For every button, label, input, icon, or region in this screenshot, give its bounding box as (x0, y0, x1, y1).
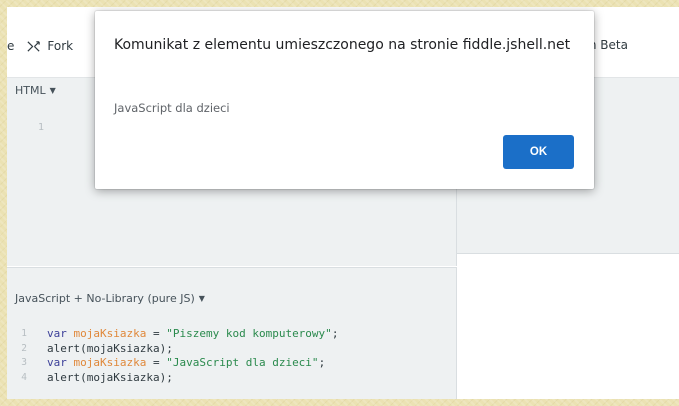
line-number: 1 (38, 122, 45, 133)
keyword-token: var (47, 327, 74, 340)
fork-button[interactable]: Fork (26, 39, 73, 54)
jsfiddle-window: e Fork ) in Beta HTML ▼ 1 JavaScript + No… (7, 7, 679, 399)
caret-down-icon: ▼ (49, 86, 56, 95)
result-pane[interactable] (457, 254, 679, 399)
html-pane-title: HTML (15, 84, 46, 97)
code-editor[interactable]: 1 var mojaKsiazka = "Piszemy kod kompute… (7, 327, 456, 385)
punctuation-token: ; (318, 356, 326, 369)
line-number: 4 (21, 371, 27, 383)
operator-token: = (146, 327, 167, 340)
line-number: 1 (21, 328, 27, 339)
punctuation-token: ; (331, 327, 339, 340)
line-number: 3 (21, 357, 27, 368)
statement-token: alert(mojaKsiazka); (47, 370, 173, 384)
toolbar-truncated-label[interactable]: e (7, 39, 14, 53)
js-pane-title: JavaScript + No-Library (pure JS) (15, 292, 195, 305)
variable-token: mojaKsiazka (73, 327, 147, 340)
fork-label: Fork (47, 39, 74, 53)
code-line: 2 alert(mojaKsiazka); (7, 342, 456, 357)
code-line: 1 var mojaKsiazka = "Piszemy kod kompute… (7, 327, 456, 342)
caret-down-icon: ▼ (198, 294, 205, 303)
operator-token: = (146, 356, 167, 369)
toolbar-left: e Fork (7, 37, 73, 55)
code-line: 4 alert(mojaKsiazka); (7, 371, 456, 386)
dialog-title: Komunikat z elementu umieszczonego na st… (114, 37, 571, 53)
html-pane-header[interactable]: HTML ▼ (15, 84, 56, 97)
ok-button[interactable]: OK (503, 135, 574, 169)
code-line: 3 var mojaKsiazka = "JavaScript dla dzie… (7, 356, 456, 371)
keyword-token: var (47, 356, 74, 369)
fork-icon (27, 40, 41, 52)
js-pane-header[interactable]: JavaScript + No-Library (pure JS) ▼ (15, 292, 205, 305)
statement-token: alert(mojaKsiazka); (47, 341, 173, 355)
string-token: "JavaScript dla dzieci" (166, 356, 319, 369)
variable-token: mojaKsiazka (73, 356, 147, 369)
string-token: "Piszemy kod komputerowy" (166, 327, 332, 340)
js-pane[interactable]: JavaScript + No-Library (pure JS) ▼ 1 var… (7, 267, 457, 399)
line-number: 2 (21, 342, 27, 354)
dialog-message: JavaScript dla dzieci (114, 101, 230, 115)
alert-dialog: Komunikat z elementu umieszczonego na st… (95, 11, 594, 189)
